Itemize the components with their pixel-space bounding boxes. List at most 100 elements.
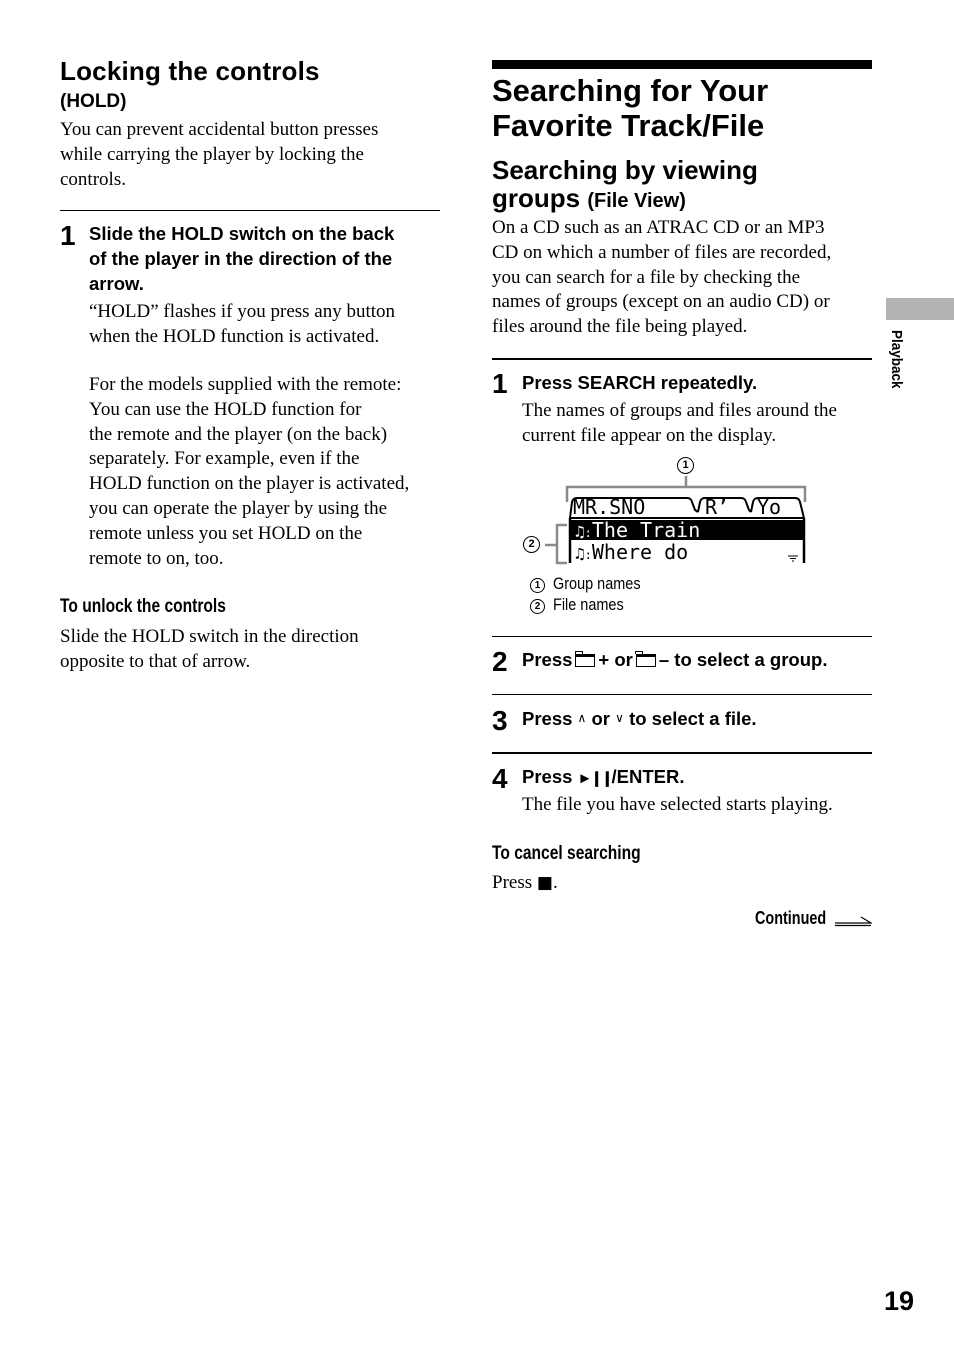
subsection-title-file-view: Searching by viewing groups (File View) (492, 155, 758, 216)
step-2-title: Press + or – to select a group. (522, 647, 827, 672)
side-tab-marker (886, 298, 954, 320)
unlock-heading: To unlock the controls (60, 596, 226, 617)
text-line: separately. For example, even if the (89, 448, 360, 470)
folder-icon (574, 651, 596, 667)
step-1-title: Press SEARCH repeatedly. (522, 372, 758, 393)
step-number: 3 (492, 705, 508, 736)
legend-callout: 2 (530, 599, 545, 614)
text-line: opposite to that of arrow. (60, 651, 251, 672)
text-line: CD on which a number of files are record… (492, 241, 832, 263)
legend-callout: 1 (530, 578, 545, 593)
file-bracket (555, 523, 567, 565)
text-line: Slide the HOLD switch on the back (89, 223, 395, 244)
cancel-heading: To cancel searching (492, 843, 641, 864)
text-line: HOLD function on the player is activated… (89, 473, 410, 495)
unlock-body: Slide the HOLD switch in the direction o… (60, 624, 430, 674)
text-press: Press (522, 649, 573, 670)
text-line: For the models supplied with the remote: (89, 374, 402, 395)
step-1-body: The names of groups and files around the… (522, 398, 872, 448)
side-tab-label: Playback (888, 330, 905, 389)
section-top-bar (492, 60, 872, 69)
section-title-locking: Locking the controls (60, 56, 320, 86)
file-view-intro: On a CD such as an ATRAC CD or an MP3 CD… (492, 216, 872, 340)
play-pause-icon: ►❙❙ (577, 770, 614, 787)
text-press: Press (522, 708, 573, 729)
text-line: Slide the HOLD switch in the direction (60, 626, 359, 647)
up-arrow-icon: ∧ (577, 711, 587, 725)
music-note-icon: ♫ (575, 544, 585, 563)
title-line: Favorite Track/File (492, 108, 765, 143)
continued-label: Continued (755, 908, 827, 928)
text-line: The names of groups and files around the (522, 400, 837, 421)
legend-label: Group names (553, 574, 641, 593)
stop-icon: ■ (536, 873, 553, 893)
text-line: On a CD such as an ATRAC CD or an MP3 (492, 217, 825, 238)
text-period: . (552, 872, 558, 893)
divider (492, 636, 872, 637)
locking-intro: You can prevent accidental button presse… (60, 117, 430, 192)
step-4-title: Press ►❙❙/ENTER. (522, 764, 685, 791)
text-minus: – to select a group. (658, 649, 828, 670)
file-name: Where do (591, 540, 689, 564)
text-select: to select a file. (629, 708, 757, 729)
title-sub: (File View) (587, 190, 686, 212)
file-name: The Train (591, 518, 701, 542)
step-1-title: Slide the HOLD switch on the back of the… (89, 221, 439, 296)
text-press: Press (492, 872, 533, 893)
step-number: 4 (492, 763, 508, 794)
divider (492, 358, 872, 360)
file-row: ♫:Where do (575, 540, 689, 564)
cancel-body: Press ■. (492, 870, 558, 896)
title-line: Searching by viewing (492, 155, 758, 185)
group-tab-next-2: Yo (757, 495, 782, 519)
scroll-indicator-icon (788, 555, 798, 562)
step-3-title: Press ∧ or ∨ to select a file. (522, 706, 757, 731)
title-word: groups (492, 183, 581, 213)
text-or: or (591, 708, 610, 729)
divider (60, 210, 440, 211)
step-number: 1 (60, 220, 76, 251)
text-line: controls. (60, 169, 126, 190)
title-line: groups (File View) (492, 183, 758, 216)
folder-icon (635, 651, 656, 667)
legend-row: 1 (530, 575, 545, 593)
text-line: while carrying the player by locking the (60, 144, 364, 165)
continued-arrow-icon (835, 916, 872, 927)
text-line: when the HOLD function is activated. (89, 326, 380, 347)
text-line: You can prevent accidental button presse… (60, 119, 379, 140)
legend-row: 2 (530, 596, 545, 614)
step-number: 2 (492, 646, 508, 677)
divider (492, 694, 872, 695)
text-press: Press (522, 766, 573, 787)
text-line: remote to on, too. (89, 547, 224, 569)
down-arrow-icon: ∨ (615, 711, 624, 725)
text-line: current file appear on the display. (522, 425, 777, 446)
text-line: of the player in the direction of the (89, 248, 393, 269)
callout-2: 2 (523, 536, 540, 553)
music-note-icon: ♫ (575, 522, 585, 541)
divider (492, 752, 872, 754)
remote-note: For the models supplied with the remote:… (89, 373, 444, 571)
legend-label: File names (553, 595, 624, 614)
text-line: you can search for a file by checking th… (492, 266, 801, 288)
callout-1: 1 (677, 457, 694, 474)
text-line: the remote and the player (on the back) (89, 423, 388, 445)
text-line: you can operate the player by using the (89, 497, 388, 519)
text-line: arrow. (89, 273, 144, 294)
page-number: 19 (884, 1286, 915, 1316)
text-line: You can use the HOLD function for (89, 398, 362, 420)
display-illustration: 1 2 MR.SNO R’ Yo ♫:The Train ♫:Where do … (515, 450, 815, 620)
group-tab-current: MR.SNO (573, 495, 646, 519)
text-line: names of groups (except on an audio CD) … (492, 291, 830, 313)
group-tab-next: R’ (705, 495, 730, 519)
text-line: remote unless you set HOLD on the (89, 522, 363, 544)
text-plus: + or (598, 649, 633, 670)
step-4-body: The file you have selected starts playin… (522, 794, 833, 815)
section-title-hold: (HOLD) (60, 91, 127, 112)
title-line: Searching for Your (492, 73, 769, 108)
text-line: files around the file being played. (492, 316, 748, 338)
step-1-body: “HOLD” flashes if you press any button w… (89, 299, 439, 349)
step-number: 1 (492, 368, 508, 399)
text-enter: /ENTER. (611, 766, 685, 787)
section-title-searching: Searching for Your Favorite Track/File (492, 73, 768, 143)
